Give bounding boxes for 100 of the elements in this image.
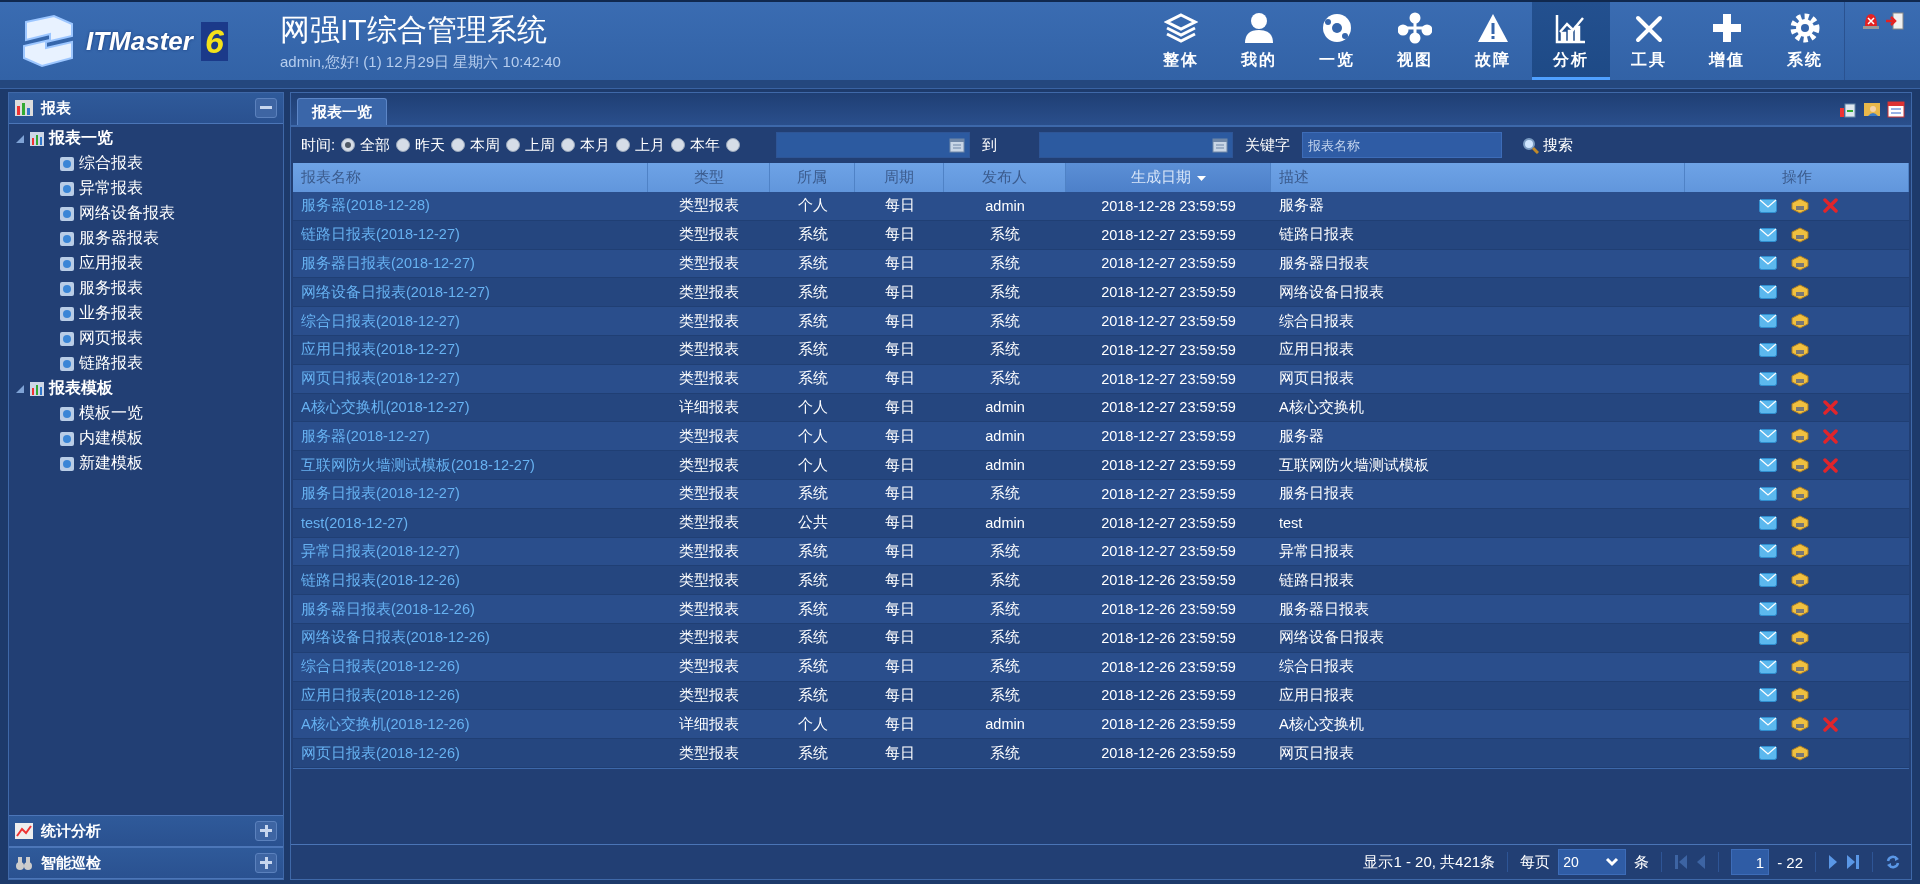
envelope-icon[interactable] — [1759, 573, 1777, 588]
report-link[interactable]: 网络设备日报表(2018-12-27) — [301, 282, 490, 302]
report-link[interactable]: 综合日报表(2018-12-27) — [301, 311, 460, 331]
box-icon[interactable] — [1791, 226, 1809, 243]
next-page-icon[interactable] — [1828, 854, 1838, 870]
tree-item[interactable]: 业务报表 — [79, 303, 143, 324]
tree-group[interactable]: 报表一览 — [49, 128, 113, 149]
report-link[interactable]: 服务器日报表(2018-12-27) — [301, 254, 475, 273]
report-link[interactable]: A核心交换机(2018-12-27) — [301, 397, 470, 417]
envelope-icon[interactable] — [1759, 602, 1777, 617]
keyword-field[interactable]: 报表名称 — [1302, 132, 1503, 158]
calendar-icon[interactable] — [1212, 137, 1229, 153]
column-header[interactable]: 生成日期 — [1066, 163, 1271, 192]
tree-item[interactable]: 模板一览 — [79, 403, 143, 424]
box-icon[interactable] — [1791, 543, 1809, 560]
collapse-button[interactable] — [255, 98, 277, 118]
box-icon[interactable] — [1791, 514, 1809, 531]
panel-header[interactable]: 智能巡检 — [9, 847, 283, 879]
nav-tab[interactable]: 一览 — [1298, 2, 1376, 80]
report-link[interactable]: 链路日报表(2018-12-26) — [301, 570, 460, 590]
nav-tab[interactable]: 视图 — [1376, 2, 1454, 80]
tree-item[interactable]: 链路报表 — [79, 353, 143, 374]
envelope-icon[interactable] — [1759, 515, 1777, 530]
report-link[interactable]: 网页日报表(2018-12-26) — [301, 743, 460, 763]
calendar-icon[interactable] — [949, 137, 966, 153]
radio-label[interactable]: 昨天 — [415, 135, 446, 155]
radio-label[interactable]: 上月 — [635, 135, 666, 155]
box-icon[interactable] — [1791, 485, 1809, 502]
nav-tab[interactable]: 整体 — [1142, 2, 1220, 80]
envelope-icon[interactable] — [1759, 342, 1777, 357]
expand-button[interactable] — [255, 821, 277, 841]
tree-item[interactable]: 应用报表 — [79, 253, 143, 274]
envelope-icon[interactable] — [1759, 659, 1777, 674]
tree-group[interactable]: 报表模板 — [49, 378, 113, 399]
page-size-select[interactable]: 20 — [1558, 849, 1627, 875]
nav-tab[interactable]: 系统 — [1766, 2, 1844, 80]
box-icon[interactable] — [1791, 687, 1809, 704]
report-link[interactable]: A核心交换机(2018-12-26) — [301, 714, 470, 734]
tree-item[interactable]: 服务报表 — [79, 278, 143, 299]
report-link[interactable]: 服务器(2018-12-27) — [301, 426, 430, 446]
box-icon[interactable] — [1791, 745, 1809, 762]
box-icon[interactable] — [1791, 601, 1809, 618]
nav-tab[interactable]: 故障 — [1454, 2, 1532, 80]
radio-label[interactable]: 本年 — [690, 135, 721, 155]
envelope-icon[interactable] — [1759, 746, 1777, 761]
export-icon[interactable] — [1839, 100, 1857, 118]
radio-button[interactable] — [726, 138, 741, 152]
nav-tab[interactable]: 我的 — [1220, 2, 1298, 80]
tree-item[interactable]: 综合报表 — [79, 153, 143, 174]
radio-label[interactable]: 上周 — [525, 135, 556, 155]
user-folder-icon[interactable] — [1863, 100, 1881, 118]
report-link[interactable]: 服务器(2018-12-28) — [301, 196, 430, 216]
radio-label[interactable]: 本月 — [580, 135, 611, 155]
search-button[interactable]: 搜索 — [1516, 134, 1580, 156]
envelope-icon[interactable] — [1759, 544, 1777, 559]
expand-arrow-icon[interactable] — [15, 383, 25, 394]
box-icon[interactable] — [1791, 341, 1809, 358]
report-link[interactable]: 网页日报表(2018-12-27) — [301, 369, 460, 389]
last-page-icon[interactable] — [1846, 854, 1860, 870]
panel-header[interactable]: 报表 — [9, 93, 283, 124]
envelope-icon[interactable] — [1759, 314, 1777, 329]
box-icon[interactable] — [1791, 370, 1809, 387]
tree-item[interactable]: 内建模板 — [79, 428, 143, 449]
report-link[interactable]: 服务日报表(2018-12-27) — [301, 484, 460, 504]
box-icon[interactable] — [1791, 629, 1809, 646]
radio-label[interactable]: 全部 — [360, 135, 391, 155]
report-link[interactable]: 网络设备日报表(2018-12-26) — [301, 628, 490, 648]
envelope-icon[interactable] — [1759, 688, 1777, 703]
envelope-icon[interactable] — [1759, 630, 1777, 645]
box-icon[interactable] — [1791, 197, 1809, 214]
report-link[interactable]: 链路日报表(2018-12-27) — [301, 225, 460, 245]
report-link[interactable]: 综合日报表(2018-12-26) — [301, 657, 460, 677]
box-icon[interactable] — [1791, 658, 1809, 675]
radio-button[interactable] — [451, 138, 466, 152]
report-link[interactable]: 应用日报表(2018-12-27) — [301, 340, 460, 360]
box-icon[interactable] — [1791, 428, 1809, 445]
tree-item[interactable]: 异常报表 — [79, 178, 143, 199]
envelope-icon[interactable] — [1759, 400, 1777, 415]
envelope-icon[interactable] — [1759, 256, 1777, 271]
nav-tab[interactable]: 工具 — [1610, 2, 1688, 80]
nav-tab[interactable]: 增值 — [1688, 2, 1766, 80]
radio-label[interactable]: 本周 — [470, 135, 501, 155]
radio-button[interactable] — [506, 138, 521, 152]
envelope-icon[interactable] — [1759, 717, 1777, 732]
box-icon[interactable] — [1791, 284, 1809, 301]
tree-item[interactable]: 新建模板 — [79, 453, 143, 474]
expand-button[interactable] — [255, 853, 277, 873]
envelope-icon[interactable] — [1759, 227, 1777, 242]
box-icon[interactable] — [1791, 313, 1809, 330]
tree-item[interactable]: 服务器报表 — [79, 228, 159, 249]
exit-icon[interactable] — [1884, 12, 1905, 30]
radio-button[interactable] — [671, 138, 686, 152]
alarm-icon[interactable] — [1860, 12, 1881, 30]
radio-button[interactable] — [396, 138, 411, 152]
radio-button[interactable] — [341, 138, 356, 152]
tab[interactable]: 报表一览 — [297, 98, 387, 125]
box-icon[interactable] — [1791, 255, 1809, 272]
report-link[interactable]: 异常日报表(2018-12-27) — [301, 541, 460, 561]
date-field[interactable] — [1039, 132, 1234, 158]
box-icon[interactable] — [1791, 572, 1809, 589]
